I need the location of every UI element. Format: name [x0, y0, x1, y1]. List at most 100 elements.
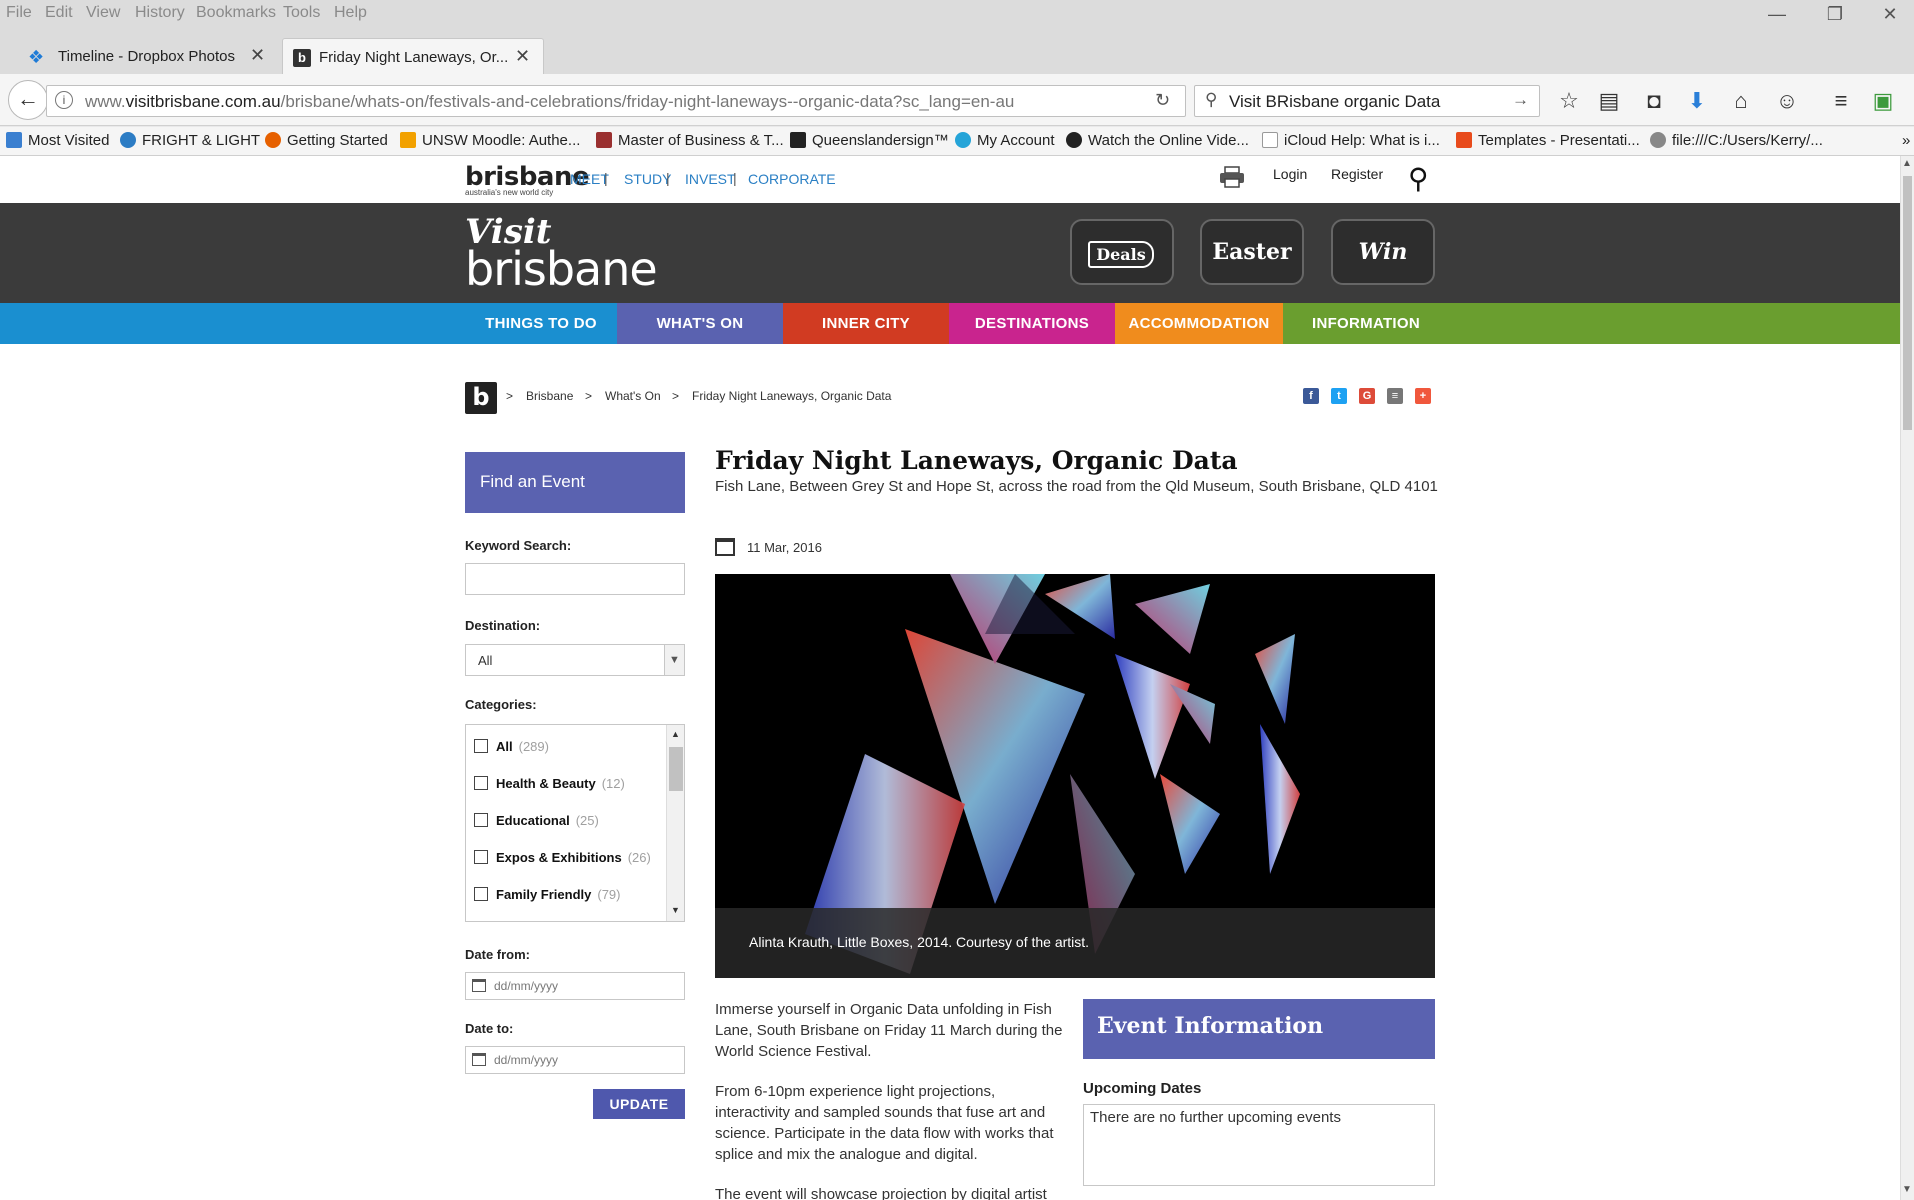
- bookmark-icloud-help[interactable]: iCloud Help: What is i...: [1262, 132, 1440, 149]
- top-link-study[interactable]: STUDY: [624, 171, 671, 187]
- menu-edit[interactable]: Edit: [45, 4, 73, 22]
- keyword-input[interactable]: [465, 563, 685, 595]
- breadcrumb-home-icon[interactable]: b: [465, 382, 497, 414]
- category-item[interactable]: Educational (25): [474, 813, 599, 835]
- hamburger-menu-icon[interactable]: ≡: [1828, 88, 1854, 114]
- bookmark-master-business[interactable]: Master of Business & T...: [596, 132, 784, 149]
- scroll-down-icon[interactable]: ▼: [671, 905, 680, 915]
- site-header: Visit brisbane Deals Easter Win: [0, 203, 1900, 303]
- facebook-icon[interactable]: f: [1303, 388, 1319, 404]
- category-item[interactable]: All (289): [474, 739, 549, 761]
- close-tab-icon[interactable]: ✕: [515, 46, 530, 67]
- register-link[interactable]: Register: [1331, 166, 1383, 182]
- extension-icon[interactable]: ▣: [1870, 88, 1896, 114]
- bookmark-local-file[interactable]: file:///C:/Users/Kerry/...: [1650, 132, 1823, 149]
- bookmark-watch-video[interactable]: Watch the Online Vide...: [1066, 132, 1249, 149]
- email-icon[interactable]: ≡: [1387, 388, 1403, 404]
- scroll-up-icon[interactable]: ▲: [671, 729, 680, 739]
- bookmark-fright-light[interactable]: FRIGHT & LIGHT: [120, 132, 260, 149]
- category-item[interactable]: Family Friendly (79): [474, 887, 621, 909]
- reload-icon[interactable]: ↻: [1155, 90, 1170, 111]
- breadcrumb-brisbane[interactable]: Brisbane: [526, 389, 573, 403]
- bookmarks-overflow-icon[interactable]: »: [1902, 132, 1910, 149]
- reading-list-icon[interactable]: ▤: [1596, 88, 1622, 114]
- url-text: www.visitbrisbane.com.au/brisbane/whats-…: [85, 92, 1014, 112]
- date-from-input[interactable]: dd/mm/yyyy: [465, 972, 685, 1000]
- category-checkbox[interactable]: [474, 850, 488, 864]
- nav-destinations[interactable]: DESTINATIONS: [949, 303, 1115, 344]
- top-link-corporate[interactable]: CORPORATE: [748, 171, 836, 187]
- menu-view[interactable]: View: [86, 4, 120, 22]
- share-more-icon[interactable]: +: [1415, 388, 1431, 404]
- scroll-down-icon[interactable]: ▼: [1902, 1184, 1912, 1195]
- tab-dropbox[interactable]: ❖ Timeline - Dropbox Photos ✕: [18, 38, 278, 74]
- search-icon[interactable]: ⚲: [1408, 162, 1429, 195]
- bookmark-star-icon[interactable]: ☆: [1556, 88, 1582, 114]
- date-placeholder: dd/mm/yyyy: [494, 979, 559, 993]
- scroll-thumb[interactable]: [1903, 176, 1912, 430]
- browser-chrome: File Edit View History Bookmarks Tools H…: [0, 0, 1914, 156]
- url-bar[interactable]: i www.visitbrisbane.com.au/brisbane/what…: [46, 85, 1186, 117]
- category-count: (289): [518, 739, 549, 754]
- bookmark-templates[interactable]: Templates - Presentati...: [1456, 132, 1640, 149]
- category-item[interactable]: Health & Beauty (12): [474, 776, 625, 798]
- update-button[interactable]: UPDATE: [593, 1089, 685, 1119]
- print-icon[interactable]: [1218, 166, 1246, 188]
- search-go-icon[interactable]: →: [1512, 90, 1529, 110]
- menu-bookmarks[interactable]: Bookmarks: [196, 4, 276, 22]
- date-to-input[interactable]: dd/mm/yyyy: [465, 1046, 685, 1074]
- scroll-up-icon[interactable]: ▲: [1902, 158, 1912, 169]
- minimize-icon[interactable]: —: [1757, 4, 1797, 25]
- nav-information[interactable]: INFORMATION: [1283, 303, 1449, 344]
- win-button[interactable]: Win: [1331, 219, 1435, 285]
- close-tab-icon[interactable]: ✕: [250, 45, 265, 66]
- category-item[interactable]: Expos & Exhibitions (26): [474, 850, 651, 872]
- categories-label: Categories:: [465, 697, 537, 712]
- breadcrumb-whats-on[interactable]: What's On: [605, 389, 661, 403]
- restore-icon[interactable]: ❐: [1815, 4, 1855, 25]
- category-checkbox[interactable]: [474, 887, 488, 901]
- categories-list[interactable]: All (289) Health & Beauty (12) Educational…: [465, 724, 685, 922]
- breadcrumb-separator: >: [506, 389, 514, 403]
- menu-tools[interactable]: Tools: [283, 4, 320, 22]
- menu-file[interactable]: File: [6, 4, 32, 22]
- pocket-icon[interactable]: ◘: [1641, 88, 1667, 114]
- close-window-icon[interactable]: ✕: [1870, 4, 1910, 25]
- categories-scrollbar[interactable]: ▲ ▼: [666, 725, 684, 921]
- deals-button[interactable]: Deals: [1070, 219, 1174, 285]
- bookmark-most-visited[interactable]: Most Visited: [6, 132, 109, 149]
- page-scrollbar[interactable]: ▲ ▼: [1900, 156, 1914, 1200]
- category-checkbox[interactable]: [474, 813, 488, 827]
- chat-icon[interactable]: ☺: [1774, 88, 1800, 114]
- nav-things-to-do[interactable]: THINGS TO DO: [0, 303, 617, 344]
- google-plus-icon[interactable]: G: [1359, 388, 1375, 404]
- nav-inner-city[interactable]: INNER CITY: [783, 303, 949, 344]
- bookmark-getting-started[interactable]: Getting Started: [265, 132, 388, 149]
- download-icon[interactable]: ⬇: [1684, 88, 1710, 114]
- back-button[interactable]: ←: [8, 80, 48, 120]
- top-link-invest[interactable]: INVEST: [685, 171, 736, 187]
- bookmark-queenslandersign[interactable]: Queenslandersign™: [790, 132, 949, 149]
- bookmark-my-account[interactable]: My Account: [955, 132, 1055, 149]
- tab-visitbrisbane[interactable]: b Friday Night Laneways, Or... ✕: [282, 38, 544, 74]
- menu-help[interactable]: Help: [334, 4, 367, 22]
- category-checkbox[interactable]: [474, 739, 488, 753]
- bookmark-unsw-moodle[interactable]: UNSW Moodle: Authe...: [400, 132, 580, 149]
- visit-brisbane-logo[interactable]: Visit brisbane: [465, 215, 658, 292]
- nav-whats-on[interactable]: WHAT'S ON: [617, 303, 783, 344]
- home-icon[interactable]: ⌂: [1728, 88, 1754, 114]
- chevron-down-icon[interactable]: ▼: [664, 645, 684, 675]
- category-checkbox[interactable]: [474, 776, 488, 790]
- info-icon[interactable]: i: [55, 91, 73, 109]
- search-bar[interactable]: ⚲ Visit BRisbane organic Data →: [1194, 85, 1540, 117]
- scroll-thumb[interactable]: [669, 747, 683, 791]
- twitter-icon[interactable]: t: [1331, 388, 1347, 404]
- site-top-strip: brisbane australia's new world city MEET…: [0, 156, 1900, 203]
- login-link[interactable]: Login: [1273, 166, 1307, 182]
- url-prefix: www.: [85, 92, 126, 111]
- easter-button[interactable]: Easter: [1200, 219, 1304, 285]
- search-input[interactable]: Visit BRisbane organic Data: [1229, 92, 1440, 112]
- destination-select[interactable]: All ▼: [465, 644, 685, 676]
- nav-accommodation[interactable]: ACCOMMODATION: [1115, 303, 1283, 344]
- menu-history[interactable]: History: [135, 4, 185, 22]
